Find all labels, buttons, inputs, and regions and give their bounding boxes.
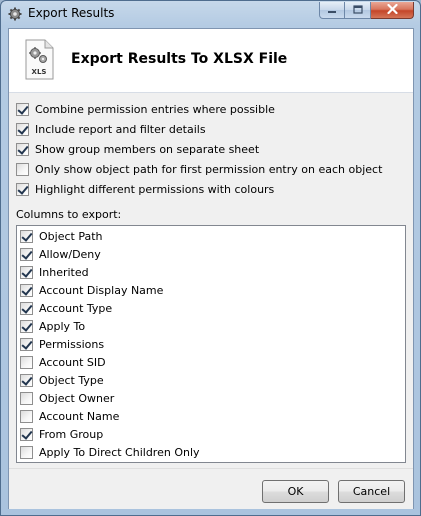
checkbox-checked[interactable] [20, 338, 33, 351]
checkbox-checked[interactable] [20, 230, 33, 243]
minimize-icon [327, 4, 337, 17]
column-list-item[interactable]: Allow/Deny [20, 246, 101, 263]
window-title: Export Results [28, 6, 115, 20]
checkbox-checked[interactable] [20, 374, 33, 387]
column-list-item[interactable]: Object Type [20, 372, 104, 389]
dialog-client-area: XLS Export Results To XLSX File Combine … [8, 28, 414, 509]
minimize-button[interactable] [319, 2, 345, 19]
column-list-item[interactable]: Account Display Name [20, 282, 163, 299]
option-label: Include report and filter details [35, 122, 206, 136]
dialog-footer: OK Cancel [9, 468, 413, 509]
checkbox-checked[interactable] [20, 302, 33, 315]
maximize-icon [352, 4, 363, 17]
column-label: Apply To [39, 320, 86, 333]
column-label: Object Path [39, 230, 103, 243]
column-label: Inherited [39, 266, 89, 279]
column-label: Allow/Deny [39, 248, 101, 261]
column-label: Object Type [39, 374, 104, 387]
cancel-button[interactable]: Cancel [338, 480, 405, 503]
close-button[interactable] [371, 2, 414, 19]
option-checkbox[interactable]: Include report and filter details [16, 121, 206, 137]
checkbox-unchecked[interactable] [20, 410, 33, 423]
column-list-item[interactable]: Inherited [20, 264, 89, 281]
gear-icon [8, 7, 22, 21]
ok-button[interactable]: OK [262, 480, 329, 503]
file-icon-label: XLS [32, 68, 47, 76]
checkbox-checked[interactable] [20, 248, 33, 261]
columns-to-export-label: Columns to export: [16, 208, 122, 221]
maximize-button[interactable] [345, 2, 371, 19]
column-label: Account Display Name [39, 284, 164, 297]
checkbox-checked[interactable] [20, 320, 33, 333]
checkbox-checked[interactable] [20, 266, 33, 279]
option-checkbox[interactable]: Only show object path for first permissi… [16, 161, 382, 177]
checkbox-unchecked[interactable] [16, 162, 29, 176]
column-label: Account SID [39, 356, 106, 369]
header-title: Export Results To XLSX File [71, 51, 288, 67]
title-bar[interactable]: Export Results [1, 1, 420, 28]
column-list-item[interactable]: Apply To [20, 318, 85, 335]
column-label: Apply To Direct Children Only [39, 446, 200, 459]
dialog-header: XLS Export Results To XLSX File [9, 29, 413, 92]
option-checkbox[interactable]: Highlight different permissions with col… [16, 181, 274, 197]
option-checkbox[interactable]: Show group members on separate sheet [16, 141, 259, 157]
checkbox-checked[interactable] [16, 142, 29, 156]
option-label: Combine permission entries where possibl… [35, 102, 275, 116]
option-label: Highlight different permissions with col… [35, 182, 275, 196]
dialog-body: Combine permission entries where possibl… [9, 93, 413, 468]
export-results-dialog: Export Results XLS Export Results To XLS… [0, 0, 421, 516]
columns-listbox[interactable]: Object Path Allow/Deny Inherited Account Di… [16, 225, 406, 463]
close-icon [386, 3, 398, 17]
column-list-item[interactable]: Object Owner [20, 390, 114, 407]
column-list-item[interactable]: Object Path [20, 228, 103, 245]
column-label: Object Owner [39, 392, 115, 405]
option-label: Show group members on separate sheet [35, 142, 260, 156]
column-list-item[interactable]: From Group [20, 426, 103, 443]
checkbox-unchecked[interactable] [20, 392, 33, 405]
column-label: Permissions [39, 338, 105, 351]
column-list-item[interactable]: Account SID [20, 354, 106, 371]
checkbox-unchecked[interactable] [20, 446, 33, 459]
column-list-item[interactable]: Account Type [20, 300, 112, 317]
option-label: Only show object path for first permissi… [35, 162, 383, 176]
checkbox-checked[interactable] [16, 122, 29, 136]
column-list-item[interactable]: Apply To Direct Children Only [20, 444, 200, 461]
column-list-item[interactable]: Permissions [20, 336, 104, 353]
checkbox-checked[interactable] [20, 284, 33, 297]
checkbox-checked[interactable] [16, 182, 29, 196]
option-checkbox[interactable]: Combine permission entries where possibl… [16, 101, 275, 117]
caption-buttons [319, 2, 414, 19]
column-label: From Group [39, 428, 104, 441]
checkbox-checked[interactable] [20, 428, 33, 441]
column-label: Account Type [39, 302, 113, 315]
checkbox-checked[interactable] [16, 102, 29, 116]
xls-file-icon: XLS [22, 39, 56, 81]
checkbox-unchecked[interactable] [20, 356, 33, 369]
column-label: Account Name [39, 410, 120, 423]
column-list-item[interactable]: Account Name [20, 408, 119, 425]
